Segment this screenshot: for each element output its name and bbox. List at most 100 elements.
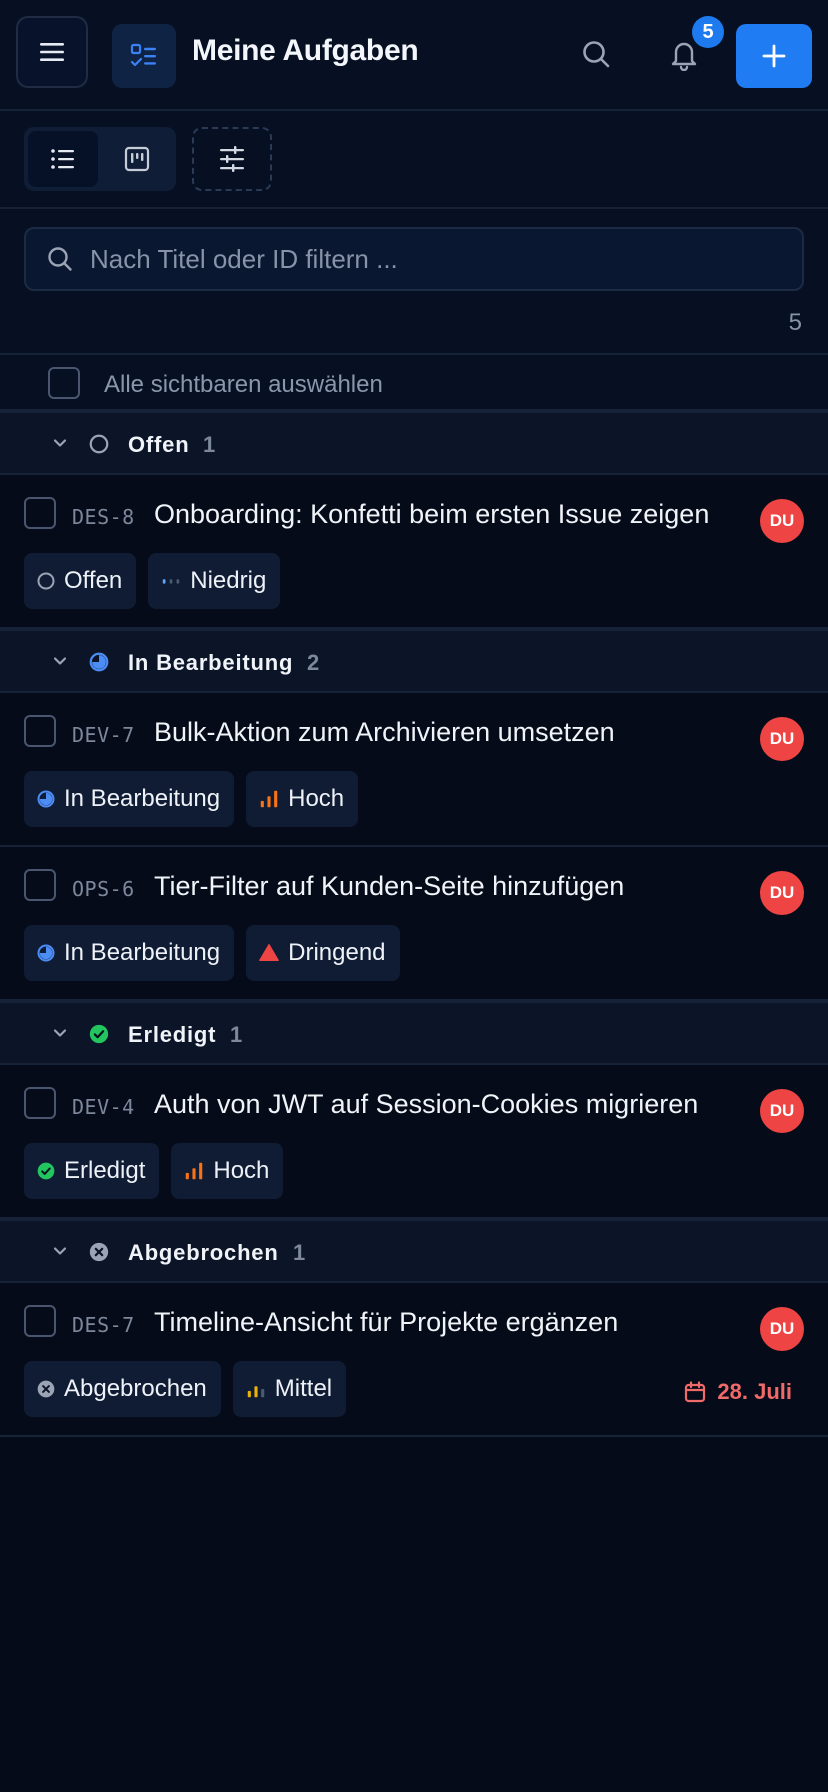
assignee-avatar[interactable]: DU	[760, 717, 804, 761]
chevron-down-icon[interactable]	[50, 651, 70, 676]
priority-label: Niedrig	[190, 567, 267, 594]
issue-chips: Abgebrochen Mittel	[24, 1361, 347, 1417]
group-header-2[interactable]: Erledigt 1	[0, 1001, 828, 1065]
priority-chip[interactable]: Niedrig	[148, 553, 281, 609]
status-chip[interactable]: In Bearbeitung	[24, 925, 235, 981]
assignee-avatar[interactable]: DU	[760, 871, 804, 915]
issue-chips: Erledigt Hoch	[24, 1143, 284, 1199]
select-all-label: Alle sichtbaren auswählen	[104, 371, 383, 398]
board-view-button[interactable]	[102, 131, 172, 187]
priority-chip[interactable]: Hoch	[246, 771, 359, 827]
chevron-down-icon[interactable]	[50, 433, 70, 458]
filter-area: 5	[0, 209, 828, 355]
status-label: Offen	[64, 567, 123, 594]
issue-checkbox[interactable]	[24, 1087, 56, 1119]
chevron-down-icon[interactable]	[50, 1023, 70, 1048]
due-date-label: 28. Juli	[717, 1379, 792, 1404]
priority-label: Mittel	[274, 1375, 333, 1402]
progress-icon	[88, 651, 110, 678]
issue-id: DEV-7	[72, 723, 135, 747]
view-toggle	[24, 127, 176, 191]
group-label: Erledigt	[128, 1022, 217, 1047]
group-header-3[interactable]: Abgebrochen 1	[0, 1219, 828, 1283]
group-count: 1	[203, 432, 216, 457]
issue-title[interactable]: Tier-Filter auf Kunden-Seite hinzufügen	[154, 871, 624, 902]
group-header-1[interactable]: In Bearbeitung 2	[0, 629, 828, 693]
filter-input[interactable]	[90, 231, 790, 287]
kanban-icon	[124, 146, 150, 172]
search-icon	[583, 41, 610, 68]
check-circle-icon	[88, 1023, 110, 1050]
group-label: In Bearbeitung	[128, 650, 294, 675]
issue-chips: In Bearbeitung Hoch	[24, 771, 359, 827]
calendar-icon	[683, 1380, 707, 1404]
priority-chip[interactable]: Dringend	[246, 925, 400, 981]
priority-high-icon	[183, 1160, 205, 1182]
urgent-icon	[258, 942, 280, 964]
page-title: Meine Aufgaben	[192, 34, 419, 67]
assignee-avatar[interactable]: DU	[760, 1089, 804, 1133]
issue-title[interactable]: Timeline-Ansicht für Projekte ergänzen	[154, 1307, 618, 1338]
group-count: 1	[230, 1022, 243, 1047]
search-button[interactable]	[576, 34, 616, 74]
issue-row[interactable]: DES-8 Onboarding: Konfetti beim ersten Is…	[0, 475, 828, 629]
priority-label: Dringend	[288, 939, 386, 966]
priority-chip[interactable]: Mittel	[232, 1361, 347, 1417]
progress-icon	[36, 943, 56, 963]
issue-row[interactable]: OPS-6 Tier-Filter auf Kunden-Seite hinzuf…	[0, 847, 828, 1001]
circle-open-icon	[36, 571, 56, 591]
app-header: Meine Aufgaben 5	[0, 0, 828, 111]
issue-title[interactable]: Auth von JWT auf Session-Cookies migrier…	[154, 1089, 698, 1120]
progress-icon	[36, 789, 56, 809]
search-icon	[48, 247, 72, 271]
list-view-button[interactable]	[28, 131, 98, 187]
checklist-icon	[130, 43, 156, 67]
plus-icon	[762, 44, 786, 68]
chevron-down-icon[interactable]	[50, 1241, 70, 1266]
issue-id: DES-8	[72, 505, 135, 529]
hamburger-icon	[40, 43, 64, 61]
status-label: In Bearbeitung	[64, 785, 221, 812]
group-header-0[interactable]: Offen 1	[0, 411, 828, 475]
issue-chips: Offen Niedrig	[24, 553, 281, 609]
status-chip[interactable]: Erledigt	[24, 1143, 160, 1199]
issue-checkbox[interactable]	[24, 1305, 56, 1337]
issue-title[interactable]: Onboarding: Konfetti beim ersten Issue z…	[154, 499, 709, 530]
issue-id: OPS-6	[72, 877, 135, 901]
issue-row[interactable]: DEV-7 Bulk-Aktion zum Archivieren umsetze…	[0, 693, 828, 847]
select-all-checkbox[interactable]	[48, 367, 80, 399]
issue-id: DES-7	[72, 1313, 135, 1337]
status-chip[interactable]: In Bearbeitung	[24, 771, 235, 827]
assignee-avatar[interactable]: DU	[760, 499, 804, 543]
group-count: 1	[293, 1240, 306, 1265]
due-date[interactable]: 28. Juli	[683, 1379, 792, 1405]
issue-row[interactable]: DEV-4 Auth von JWT auf Session-Cookies mi…	[0, 1065, 828, 1219]
select-all-row: Alle sichtbaren auswählen	[0, 355, 828, 411]
result-count: 5	[788, 309, 802, 336]
status-label: Erledigt	[64, 1157, 146, 1184]
issue-title[interactable]: Bulk-Aktion zum Archivieren umsetzen	[154, 717, 615, 748]
x-circle-icon	[36, 1379, 56, 1399]
priority-chip[interactable]: Hoch	[171, 1143, 284, 1199]
status-label: In Bearbeitung	[64, 939, 221, 966]
status-label: Abgebrochen	[64, 1375, 207, 1402]
menu-button[interactable]	[16, 16, 88, 88]
priority-medium-icon	[245, 1378, 267, 1400]
group-label: Abgebrochen	[128, 1240, 279, 1265]
issue-id: DEV-4	[72, 1095, 135, 1119]
tasks-app-icon	[112, 24, 176, 88]
filter-settings-button[interactable]	[192, 127, 272, 191]
issue-checkbox[interactable]	[24, 869, 56, 901]
circle-open-icon	[88, 433, 110, 460]
status-chip[interactable]: Offen	[24, 553, 137, 609]
check-circle-icon	[36, 1161, 56, 1181]
issue-checkbox[interactable]	[24, 497, 56, 529]
view-toolbar	[0, 111, 828, 209]
issue-checkbox[interactable]	[24, 715, 56, 747]
assignee-avatar[interactable]: DU	[760, 1307, 804, 1351]
status-chip[interactable]: Abgebrochen	[24, 1361, 221, 1417]
issue-row[interactable]: DES-7 Timeline-Ansicht für Projekte ergän…	[0, 1283, 828, 1437]
group-count: 2	[307, 650, 320, 675]
add-issue-button[interactable]	[736, 24, 812, 88]
priority-high-icon	[258, 788, 280, 810]
